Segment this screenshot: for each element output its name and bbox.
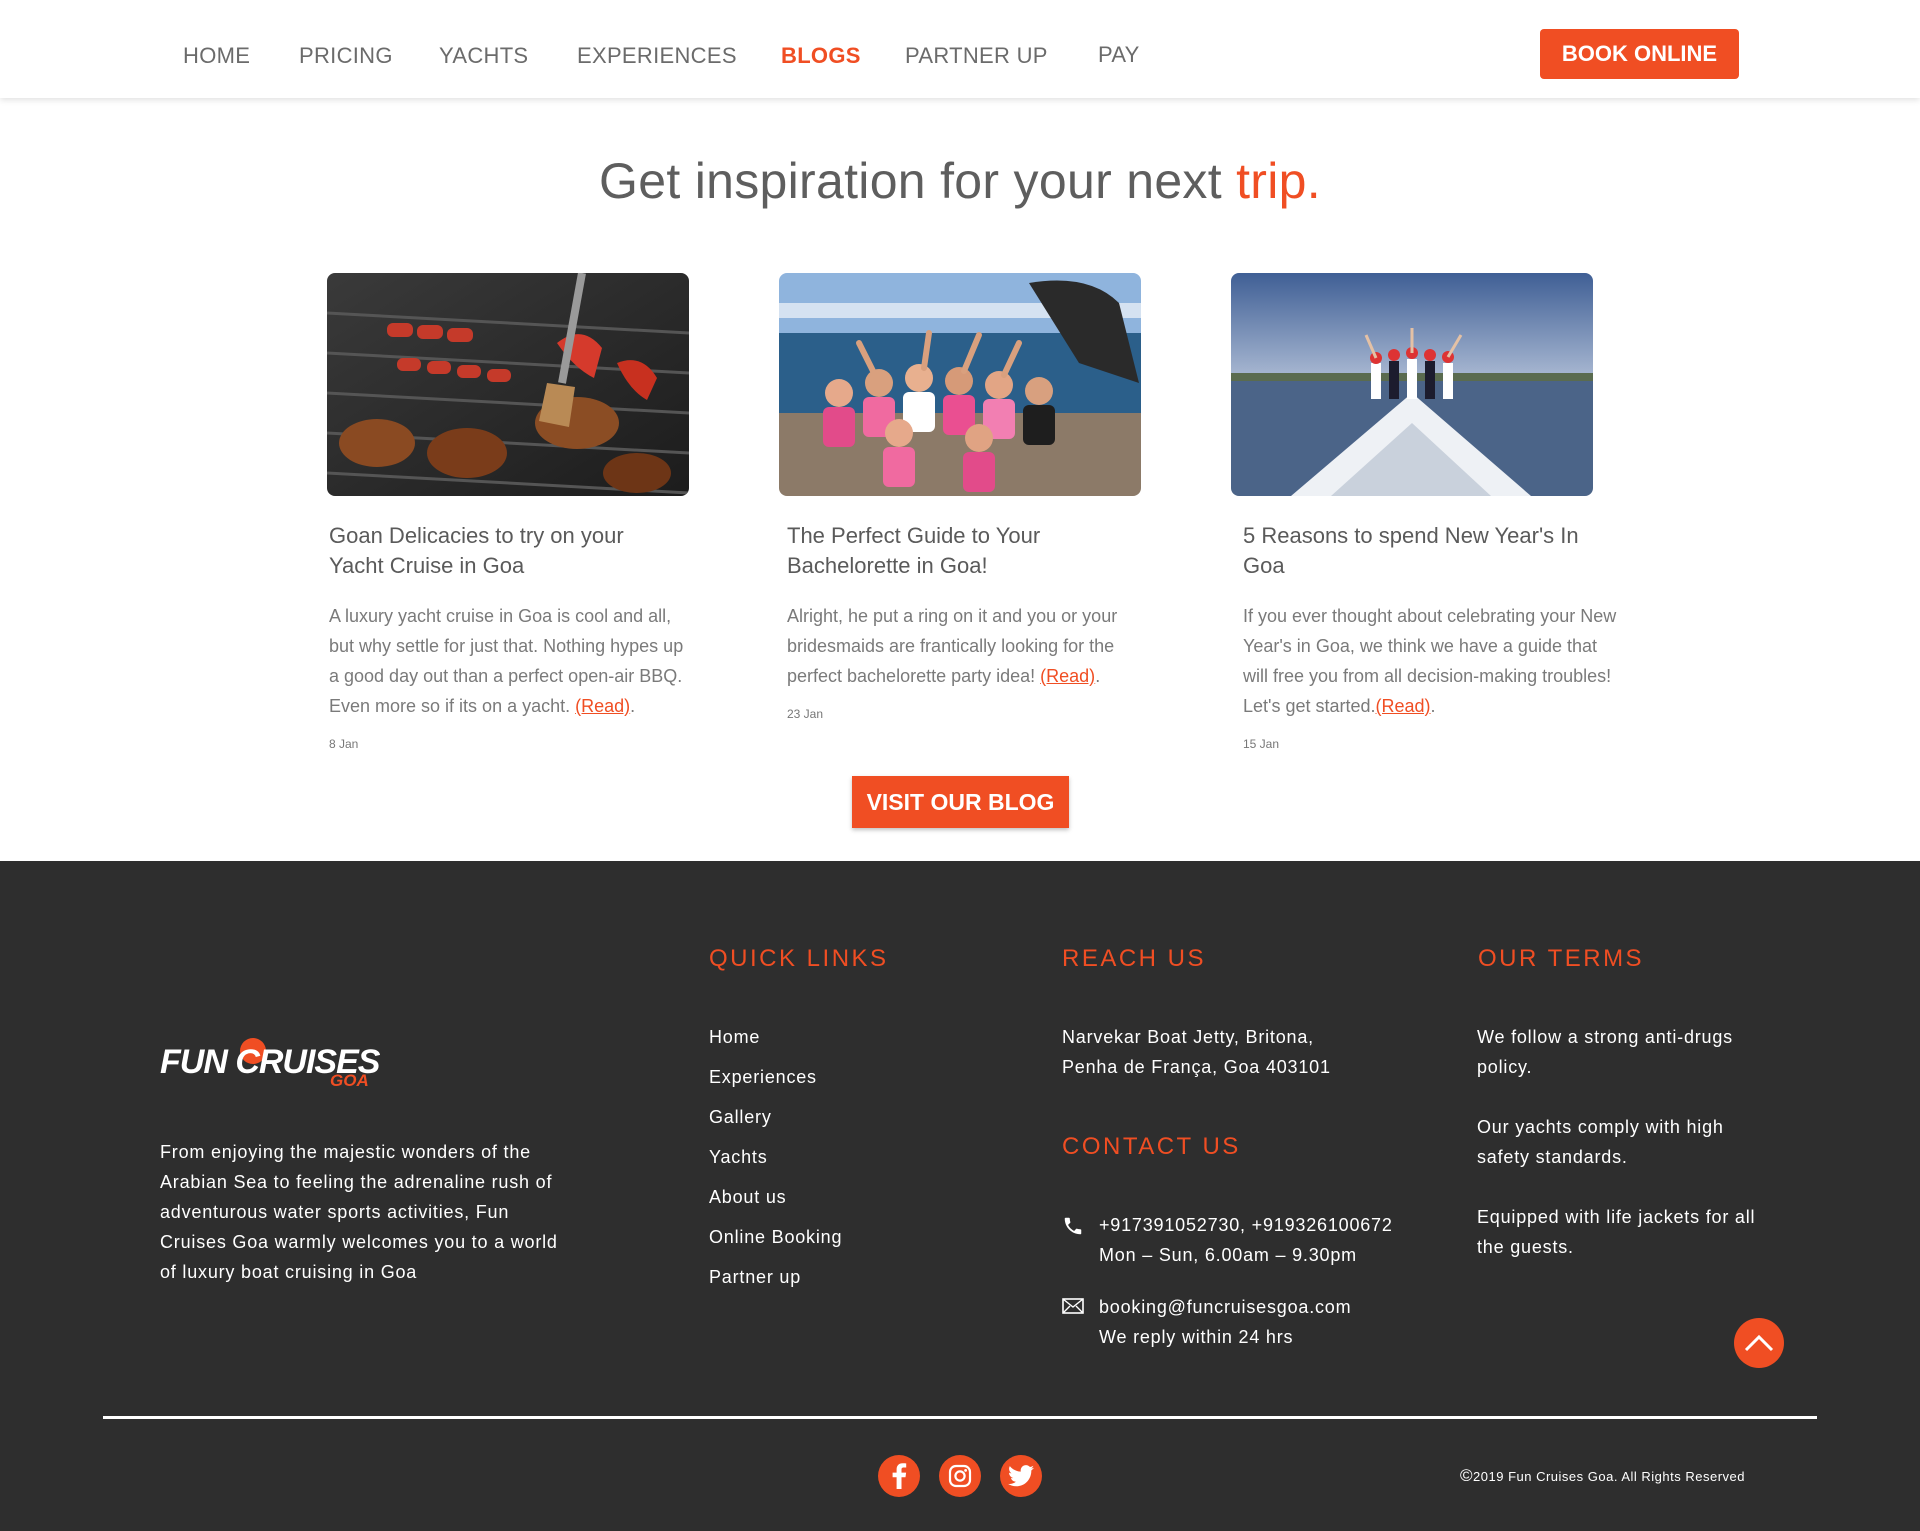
chevron-up-icon [1744,1334,1774,1352]
blog-date: 8 Jan [329,737,359,751]
our-terms-heading: OUR TERMS [1478,945,1645,972]
contact-us-heading: CONTACT US [1062,1133,1241,1160]
nav-blogs[interactable]: BLOGS [781,43,861,69]
nav-experiences[interactable]: EXPERIENCES [577,43,737,69]
nav-pay[interactable]: PAY [1098,42,1140,68]
reply-time: We reply within 24 hrs [1099,1327,1294,1347]
address-line-1: Narvekar Boat Jetty, Britona, [1062,1027,1314,1047]
mail-icon [1062,1298,1084,1319]
blog-date: 15 Jan [1243,737,1280,751]
twitter-icon[interactable] [1000,1455,1042,1497]
phone-numbers[interactable]: +917391052730, +919326100672 [1099,1210,1393,1240]
blog-read-link[interactable]: (Read) [1040,666,1095,686]
top-navigation: HOME PRICING YACHTS EXPERIENCES BLOGS PA… [0,0,1920,98]
footer-link-experiences[interactable]: Experiences [709,1067,817,1088]
term-life-jackets: Equipped with life jackets for all the g… [1477,1207,1756,1257]
blog-read-link[interactable]: (Read) [1376,696,1431,716]
footer-divider [103,1416,1817,1419]
phone-icon [1062,1215,1084,1242]
footer-link-online-booking[interactable]: Online Booking [709,1227,842,1248]
reach-us-heading: REACH US [1062,945,1207,972]
blog-read-link[interactable]: (Read) [575,696,630,716]
blog-title[interactable]: Goan Delicacies to try on your Yacht Cru… [329,521,669,581]
logo-subtext: GOA [330,1071,369,1090]
copyright-text: ©2019 Fun Cruises Goa. All Rights Reserv… [1460,1466,1745,1486]
nav-home[interactable]: HOME [183,43,250,69]
instagram-icon[interactable] [939,1455,981,1497]
blog-excerpt-text: A luxury yacht cruise in Goa is cool and… [329,606,684,716]
scroll-to-top-button[interactable] [1734,1318,1784,1368]
visit-blog-button[interactable]: VISIT OUR BLOG [852,776,1069,828]
heading-accent: trip. [1236,153,1321,209]
footer-link-partner-up[interactable]: Partner up [709,1267,801,1288]
blog-image-new-year[interactable] [1231,273,1593,496]
term-safety: Our yachts comply with high safety stand… [1477,1117,1724,1167]
footer-link-about-us[interactable]: About us [709,1187,786,1208]
blog-excerpt: A luxury yacht cruise in Goa is cool and… [329,606,684,716]
footer-link-yachts[interactable]: Yachts [709,1147,768,1168]
business-hours: Mon – Sun, 6.00am – 9.30pm [1099,1245,1357,1265]
section-heading: Get inspiration for your next trip. [0,152,1920,210]
blog-image-bbq[interactable] [327,273,689,496]
blog-title[interactable]: 5 Reasons to spend New Year's In Goa [1243,521,1583,581]
email-address[interactable]: booking@funcruisesgoa.com [1099,1292,1351,1322]
quick-links-heading: QUICK LINKS [709,945,889,972]
blog-title[interactable]: The Perfect Guide to Your Bachelorette i… [787,521,1127,581]
footer-about: From enjoying the majestic wonders of th… [160,1142,558,1282]
footer-link-gallery[interactable]: Gallery [709,1107,772,1128]
facebook-icon[interactable] [878,1455,920,1497]
blog-date: 23 Jan [787,707,824,721]
footer-link-home[interactable]: Home [709,1027,760,1048]
nav-partner-up[interactable]: PARTNER UP [905,43,1048,69]
copyright-label: 2019 Fun Cruises Goa. All Rights Reserve… [1473,1469,1745,1484]
copyright-symbol: © [1460,1466,1474,1485]
blog-image-bachelorette[interactable] [779,273,1141,496]
blog-excerpt: If you ever thought about celebrating yo… [1243,606,1617,716]
blog-excerpt: Alright, he put a ring on it and you or … [787,606,1118,686]
nav-yachts[interactable]: YACHTS [439,43,528,69]
term-anti-drugs: We follow a strong anti-drugs policy. [1477,1027,1733,1077]
heading-main: Get inspiration for your next [599,153,1237,209]
nav-pricing[interactable]: PRICING [299,43,393,69]
book-online-button[interactable]: BOOK ONLINE [1540,29,1739,79]
address-line-2: Penha de França, Goa 403101 [1062,1057,1331,1077]
